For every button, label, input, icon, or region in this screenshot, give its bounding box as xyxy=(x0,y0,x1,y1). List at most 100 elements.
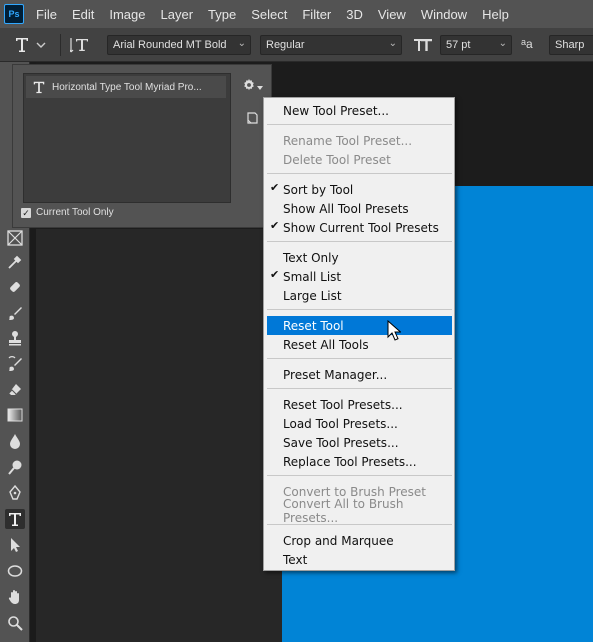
menu-item-reset-tool[interactable]: Reset Tool xyxy=(267,316,452,335)
new-preset-button[interactable] xyxy=(245,111,259,125)
menu-item-load-tool-presets[interactable]: Load Tool Presets... xyxy=(267,414,452,433)
menu-help[interactable]: Help xyxy=(482,7,509,22)
antialias-value: Sharp xyxy=(555,39,585,51)
pen-tool[interactable] xyxy=(5,483,25,503)
menu-item-text-only[interactable]: Text Only xyxy=(267,248,452,267)
menu-separator xyxy=(267,173,452,174)
panel-options-button[interactable] xyxy=(241,75,263,95)
menu-item-sort-by-tool[interactable]: ✔ Sort by Tool xyxy=(267,180,452,199)
eyedropper-tool[interactable] xyxy=(5,252,25,272)
preset-list: Horizontal Type Tool Myriad Pro... xyxy=(23,73,231,203)
menu-bar: Ps File Edit Image Layer Type Select Fil… xyxy=(0,0,593,28)
font-style-select[interactable]: Regular ⌄ xyxy=(260,35,402,55)
menu-separator xyxy=(267,124,452,125)
preset-item-label: Horizontal Type Tool Myriad Pro... xyxy=(52,81,202,93)
menu-filter[interactable]: Filter xyxy=(302,7,331,22)
menu-item-replace-tool-presets[interactable]: Replace Tool Presets... xyxy=(267,452,452,471)
panel-flyout-menu: New Tool Preset... Rename Tool Preset...… xyxy=(263,97,455,571)
ellipse-icon xyxy=(7,565,23,577)
antialias-select[interactable]: Sharp xyxy=(549,35,593,55)
drop-icon xyxy=(10,434,20,449)
font-size-value: 57 pt xyxy=(446,39,471,51)
stamp-icon xyxy=(9,331,21,346)
menu-type[interactable]: Type xyxy=(208,7,236,22)
hand-icon xyxy=(8,590,19,604)
pen-icon xyxy=(9,485,21,500)
menu-separator xyxy=(267,475,452,476)
history-brush-icon xyxy=(8,356,22,371)
font-style-value: Regular xyxy=(266,39,305,51)
type-tool-icon xyxy=(16,38,28,52)
font-size-icon xyxy=(413,36,433,57)
type-tool[interactable] xyxy=(5,509,25,529)
menu-layer[interactable]: Layer xyxy=(161,7,194,22)
new-preset-icon xyxy=(247,112,258,124)
menu-separator xyxy=(267,241,452,242)
preset-item[interactable]: Horizontal Type Tool Myriad Pro... xyxy=(26,76,226,98)
magnifier-icon xyxy=(8,616,23,631)
font-family-value: Arial Rounded MT Bold xyxy=(113,39,227,51)
gradient-tool[interactable] xyxy=(5,405,25,425)
menu-item-small-list[interactable]: ✔ Small List xyxy=(267,267,452,286)
tool-preset-picker[interactable] xyxy=(14,34,46,56)
font-family-select[interactable]: Arial Rounded MT Bold ⌄ xyxy=(107,35,251,55)
menu-item-text[interactable]: Text xyxy=(267,550,452,569)
menu-view[interactable]: View xyxy=(378,7,406,22)
menu-edit[interactable]: Edit xyxy=(72,7,94,22)
brush-icon xyxy=(9,307,22,320)
menu-item-reset-tool-presets[interactable]: Reset Tool Presets... xyxy=(267,395,452,414)
eraser-tool[interactable] xyxy=(5,380,25,400)
antialias-glyph: a xyxy=(526,37,533,51)
path-selection-tool[interactable] xyxy=(5,535,25,555)
menu-item-large-list[interactable]: Large List xyxy=(267,286,452,305)
menu-window[interactable]: Window xyxy=(421,7,467,22)
blur-tool[interactable] xyxy=(5,431,25,451)
menu-item-save-tool-presets[interactable]: Save Tool Presets... xyxy=(267,433,452,452)
clone-stamp-tool[interactable] xyxy=(5,328,25,348)
chevron-down-icon: ⌄ xyxy=(498,38,507,49)
eyedropper-icon xyxy=(8,255,22,269)
menu-separator xyxy=(267,524,452,525)
menu-3d[interactable]: 3D xyxy=(346,7,363,22)
menu-image[interactable]: Image xyxy=(109,7,145,22)
menu-item-show-all-tool-presets[interactable]: Show All Tool Presets xyxy=(267,199,452,218)
menu-item-new-tool-preset[interactable]: New Tool Preset... xyxy=(267,101,452,120)
frame-icon xyxy=(7,230,23,246)
checkmark-icon: ✔ xyxy=(270,268,280,281)
menu-item-delete-tool-preset: Delete Tool Preset xyxy=(283,152,391,167)
brush-tool[interactable] xyxy=(5,303,25,323)
options-bar: Arial Rounded MT Bold ⌄ Regular ⌄ 57 pt … xyxy=(0,28,593,62)
arrow-pointer-icon xyxy=(11,538,20,552)
chevron-down-icon: ⌄ xyxy=(388,38,397,49)
menu-item-crop-and-marquee[interactable]: Crop and Marquee xyxy=(267,531,452,550)
bandage-icon xyxy=(10,282,20,292)
menu-item-preset-manager[interactable]: Preset Manager... xyxy=(267,365,452,384)
history-brush-tool[interactable] xyxy=(5,354,25,374)
menu-select[interactable]: Select xyxy=(251,7,287,22)
chevron-down-icon: ⌄ xyxy=(237,38,246,49)
eraser-icon xyxy=(8,384,21,395)
text-orientation-icon xyxy=(69,38,88,53)
gear-icon xyxy=(243,78,254,91)
menu-item-rename-tool-preset: Rename Tool Preset... xyxy=(283,133,413,148)
type-tool-icon xyxy=(33,81,45,94)
text-orientation-button[interactable] xyxy=(69,36,92,57)
menu-item-show-current-tool-presets[interactable]: ✔ Show Current Tool Presets xyxy=(267,218,452,237)
dodge-tool[interactable] xyxy=(5,457,25,477)
menu-file[interactable]: File xyxy=(36,7,57,22)
ellipse-tool[interactable] xyxy=(5,561,25,581)
type-tool-icon xyxy=(9,513,21,526)
menu-item-convert-all-to-brush-presets: Convert All to Brush Presets... xyxy=(283,496,404,525)
gradient-icon xyxy=(7,408,23,422)
healing-brush-tool[interactable] xyxy=(5,277,25,297)
photoshop-logo-icon[interactable]: Ps xyxy=(4,4,24,24)
current-tool-only-checkbox[interactable]: ✓ Current Tool Only xyxy=(21,207,114,218)
menu-item-reset-all-tools[interactable]: Reset All Tools xyxy=(267,335,452,354)
menu-separator xyxy=(267,358,452,359)
zoom-tool[interactable] xyxy=(5,613,25,633)
current-tool-only-label: Current Tool Only xyxy=(36,207,114,218)
hand-tool[interactable] xyxy=(5,587,25,607)
menu-separator xyxy=(267,309,452,310)
font-size-select[interactable]: 57 pt ⌄ xyxy=(440,35,512,55)
frame-tool[interactable] xyxy=(5,228,25,248)
